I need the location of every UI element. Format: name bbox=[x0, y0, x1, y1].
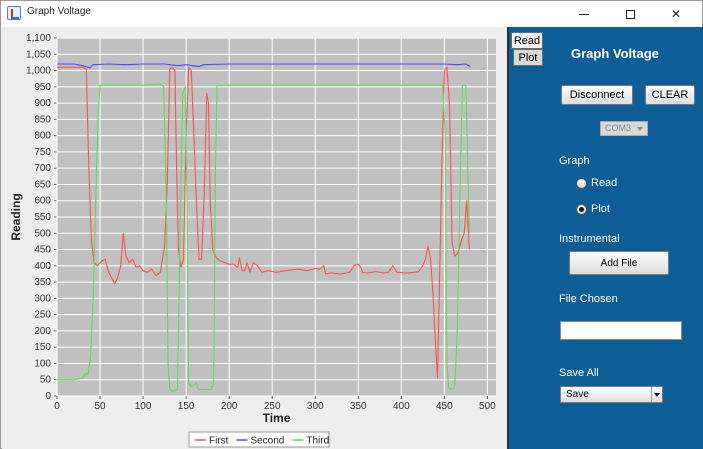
chart-panel: 0 50 100 150 200 250 300 350 400 450 500 550 600 650 7… bbox=[2, 27, 507, 449]
y-tick-label: 650 bbox=[34, 179, 51, 190]
close-button[interactable]: ✕ bbox=[653, 1, 699, 27]
x-tick-label: 0 bbox=[54, 401, 60, 412]
y-tick-label: 150 bbox=[34, 342, 51, 353]
port-select-value: COM3 bbox=[605, 123, 632, 133]
x-tick-label: 400 bbox=[393, 401, 410, 412]
x-tick-label: 100 bbox=[135, 401, 152, 412]
y-tick-label: 0 bbox=[45, 391, 51, 402]
y-tick-label: 500 bbox=[34, 228, 51, 239]
y-tick-label: 1,100 bbox=[26, 33, 51, 44]
maximize-icon bbox=[625, 9, 635, 19]
save-select-value: Save bbox=[566, 389, 589, 400]
y-tick-label: 950 bbox=[34, 82, 51, 93]
y-tick-label: 550 bbox=[34, 212, 51, 223]
y-tick-label: 600 bbox=[34, 196, 51, 207]
y-tick-label: 450 bbox=[34, 245, 51, 256]
y-tick-label: 1,000 bbox=[26, 66, 51, 77]
x-tick-label: 200 bbox=[221, 401, 238, 412]
x-tick-label: 500 bbox=[479, 401, 496, 412]
y-tick-label: 850 bbox=[34, 114, 51, 125]
chevron-down-icon bbox=[651, 387, 662, 402]
maximize-button[interactable] bbox=[607, 1, 653, 27]
voltage-line-chart: 0501001502002503003504004505005506006507… bbox=[9, 33, 496, 448]
radio-plot-label[interactable]: Plot bbox=[591, 203, 610, 215]
y-tick-label: 50 bbox=[40, 375, 52, 386]
file-chosen-label: File Chosen bbox=[559, 293, 618, 305]
y-tick-label: 350 bbox=[34, 277, 51, 288]
save-select[interactable]: Save bbox=[560, 386, 663, 403]
x-tick-label: 50 bbox=[94, 401, 106, 412]
x-tick-label: 350 bbox=[350, 401, 367, 412]
file-chosen-field[interactable] bbox=[560, 321, 682, 340]
chevron-down-icon bbox=[637, 127, 643, 131]
y-tick-label: 900 bbox=[34, 98, 51, 109]
radio-read-label[interactable]: Read bbox=[591, 177, 617, 189]
window-title: Graph Voltage bbox=[27, 6, 91, 17]
panel-heading: Graph Voltage bbox=[571, 46, 659, 61]
disconnect-button[interactable]: Disconnect bbox=[561, 85, 633, 105]
x-axis-title: Time bbox=[263, 411, 291, 425]
y-tick-label: 100 bbox=[34, 358, 51, 369]
y-tick-label: 700 bbox=[34, 163, 51, 174]
radio-selected-dot bbox=[579, 207, 584, 212]
java-app-icon bbox=[7, 6, 21, 20]
y-tick-label: 1,050 bbox=[26, 49, 51, 60]
tab-plot[interactable]: Plot bbox=[513, 49, 543, 66]
close-icon: ✕ bbox=[670, 7, 682, 21]
x-tick-label: 150 bbox=[178, 401, 195, 412]
legend-label-first: First bbox=[209, 436, 229, 447]
x-tick-label: 450 bbox=[436, 401, 453, 412]
legend-label-third: Third bbox=[306, 436, 329, 447]
y-tick-label: 750 bbox=[34, 147, 51, 158]
title-bar[interactable]: Graph Voltage ✕ bbox=[1, 1, 702, 27]
legend-label-second: Second bbox=[250, 436, 284, 447]
minimize-icon bbox=[579, 13, 589, 15]
y-tick-label: 300 bbox=[34, 293, 51, 304]
radio-read[interactable] bbox=[576, 178, 587, 189]
y-axis-title: Reading bbox=[9, 193, 23, 240]
y-tick-label: 400 bbox=[34, 261, 51, 272]
x-tick-label: 300 bbox=[307, 401, 324, 412]
y-tick-label: 200 bbox=[34, 326, 51, 337]
port-select[interactable]: COM3 bbox=[600, 121, 648, 136]
clear-button[interactable]: CLEAR bbox=[645, 85, 695, 105]
instrumental-label: Instrumental bbox=[559, 233, 620, 245]
control-panel: Read Plot Graph Voltage Disconnect CLEAR… bbox=[507, 27, 703, 449]
save-all-label: Save All bbox=[559, 367, 599, 379]
y-tick-label: 250 bbox=[34, 310, 51, 321]
tab-read[interactable]: Read bbox=[511, 32, 543, 49]
minimize-button[interactable] bbox=[561, 1, 607, 27]
add-file-button[interactable]: Add File bbox=[569, 251, 669, 275]
y-tick-label: 800 bbox=[34, 131, 51, 142]
app-window: Graph Voltage ✕ 0 50 100 150 200 250 300 350 400… bbox=[0, 0, 703, 449]
graph-label: Graph bbox=[559, 155, 590, 167]
radio-plot[interactable] bbox=[576, 204, 587, 215]
